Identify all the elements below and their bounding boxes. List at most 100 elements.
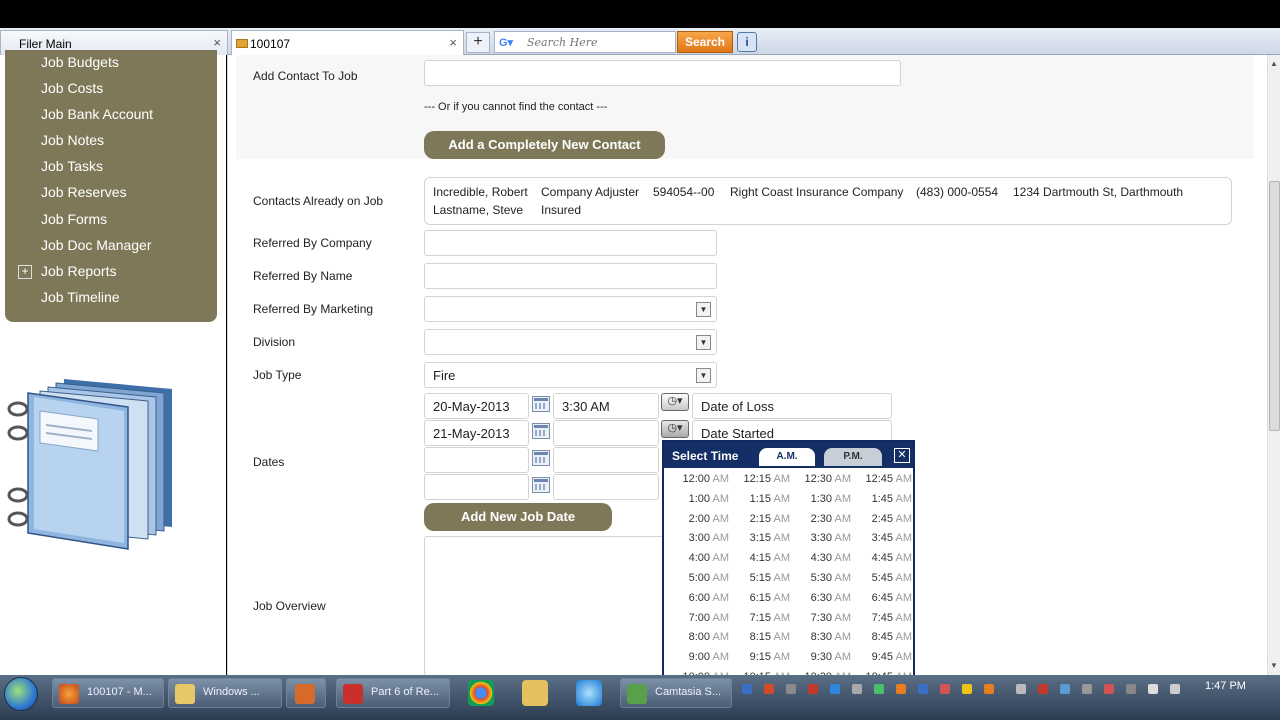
taskbar-item-camtasia[interactable]: Camtasia S...: [620, 678, 732, 708]
sidebar-item[interactable]: Job Notes: [41, 132, 104, 148]
time-option[interactable]: 6:00 AM: [668, 592, 729, 604]
referred-marketing-select[interactable]: ▼: [424, 296, 717, 322]
time-option[interactable]: 3:45 AM: [851, 532, 912, 544]
clock[interactable]: 1:47 PM: [1205, 680, 1246, 692]
sidebar-item[interactable]: Job Forms: [41, 211, 107, 227]
referred-company-input[interactable]: [424, 230, 717, 256]
scrollbar-thumb[interactable]: [1269, 181, 1280, 431]
ie-icon[interactable]: [576, 680, 602, 706]
sidebar-item[interactable]: Job Budgets: [41, 54, 119, 70]
close-icon[interactable]: ×: [213, 35, 221, 50]
time-option[interactable]: 5:45 AM: [851, 572, 912, 584]
search-button[interactable]: Search: [677, 31, 733, 53]
tab-100107[interactable]: 100107 ×: [231, 30, 464, 55]
start-button[interactable]: [4, 677, 38, 711]
date-input[interactable]: [424, 447, 529, 473]
tray-icon[interactable]: [742, 684, 752, 694]
close-icon[interactable]: ×: [449, 35, 457, 50]
time-option[interactable]: 3:15 AM: [729, 532, 790, 544]
expand-icon[interactable]: +: [18, 265, 32, 279]
calendar-icon[interactable]: [532, 450, 550, 466]
sidebar-item[interactable]: Job Bank Account: [41, 106, 153, 122]
job-type-select[interactable]: Fire ▼: [424, 362, 717, 388]
calendar-icon[interactable]: [532, 396, 550, 412]
taskbar-item-explorer[interactable]: Windows ...: [168, 678, 282, 708]
folder-icon[interactable]: [522, 680, 548, 706]
time-option[interactable]: 6:15 AM: [729, 592, 790, 604]
add-job-date-button[interactable]: Add New Job Date: [424, 503, 612, 531]
time-option[interactable]: 5:30 AM: [790, 572, 851, 584]
tray-icon[interactable]: [830, 684, 840, 694]
time-option[interactable]: 5:15 AM: [729, 572, 790, 584]
tray-icon[interactable]: [786, 684, 796, 694]
time-option[interactable]: 12:00 AM: [668, 473, 729, 485]
taskbar-item-firefox[interactable]: 100107 - M...: [52, 678, 164, 708]
time-option[interactable]: 2:00 AM: [668, 513, 729, 525]
time-option[interactable]: 1:00 AM: [668, 493, 729, 505]
tab-am[interactable]: A.M.: [759, 448, 815, 466]
date-input[interactable]: [424, 474, 529, 500]
time-option[interactable]: 2:45 AM: [851, 513, 912, 525]
clock-icon[interactable]: ◷▾: [661, 393, 689, 411]
date-input[interactable]: 21-May-2013: [424, 420, 529, 446]
time-option[interactable]: 8:30 AM: [790, 631, 851, 643]
time-input[interactable]: [553, 420, 659, 446]
tray-icon[interactable]: [1082, 684, 1092, 694]
time-option[interactable]: 8:00 AM: [668, 631, 729, 643]
time-option[interactable]: 7:45 AM: [851, 612, 912, 624]
search-input[interactable]: [527, 34, 673, 50]
time-option[interactable]: 9:30 AM: [790, 651, 851, 663]
time-option[interactable]: 7:00 AM: [668, 612, 729, 624]
time-option[interactable]: 3:00 AM: [668, 532, 729, 544]
tray-icon[interactable]: [1016, 684, 1026, 694]
time-option[interactable]: 4:00 AM: [668, 552, 729, 564]
time-option[interactable]: 2:15 AM: [729, 513, 790, 525]
time-option[interactable]: 5:00 AM: [668, 572, 729, 584]
tray-icon[interactable]: [874, 684, 884, 694]
time-option[interactable]: 4:45 AM: [851, 552, 912, 564]
calendar-icon[interactable]: [532, 423, 550, 439]
tray-icon[interactable]: [1038, 684, 1048, 694]
tray-icon[interactable]: [852, 684, 862, 694]
tray-icon[interactable]: [808, 684, 818, 694]
tray-icon[interactable]: [764, 684, 774, 694]
time-option[interactable]: 9:00 AM: [668, 651, 729, 663]
tray-icon[interactable]: [962, 684, 972, 694]
time-option[interactable]: 6:30 AM: [790, 592, 851, 604]
taskbar-item-pdf[interactable]: Part 6 of Re...: [336, 678, 450, 708]
sidebar-item[interactable]: Job Tasks: [41, 158, 103, 174]
time-option[interactable]: 8:45 AM: [851, 631, 912, 643]
tray-icon[interactable]: [940, 684, 950, 694]
division-select[interactable]: ▼: [424, 329, 717, 355]
time-option[interactable]: 2:30 AM: [790, 513, 851, 525]
time-option[interactable]: 9:45 AM: [851, 651, 912, 663]
vertical-scrollbar[interactable]: ▲ ▼: [1267, 55, 1280, 675]
sidebar-item[interactable]: Job Reserves: [41, 184, 127, 200]
time-input[interactable]: 3:30 AM: [553, 393, 659, 419]
tray-icon[interactable]: [984, 684, 994, 694]
time-input[interactable]: [553, 447, 659, 473]
scroll-down-icon[interactable]: ▼: [1270, 661, 1278, 670]
time-option[interactable]: 4:30 AM: [790, 552, 851, 564]
time-option[interactable]: 12:30 AM: [790, 473, 851, 485]
add-contact-input[interactable]: [424, 60, 901, 86]
tray-icon[interactable]: [896, 684, 906, 694]
time-option[interactable]: 12:45 AM: [851, 473, 912, 485]
chrome-icon[interactable]: [468, 680, 494, 706]
time-option[interactable]: 8:15 AM: [729, 631, 790, 643]
calendar-icon[interactable]: [532, 477, 550, 493]
time-option[interactable]: 12:15 AM: [729, 473, 790, 485]
close-icon[interactable]: ✕: [894, 448, 910, 463]
network-icon[interactable]: [1148, 684, 1158, 694]
tray-icon[interactable]: [1126, 684, 1136, 694]
time-input[interactable]: [553, 474, 659, 500]
tray-icon[interactable]: [1104, 684, 1114, 694]
time-option[interactable]: 3:30 AM: [790, 532, 851, 544]
time-option[interactable]: 9:15 AM: [729, 651, 790, 663]
add-new-contact-button[interactable]: Add a Completely New Contact: [424, 131, 665, 159]
tab-pm[interactable]: P.M.: [824, 448, 882, 466]
time-option[interactable]: 7:30 AM: [790, 612, 851, 624]
referred-name-input[interactable]: [424, 263, 717, 289]
sidebar-item[interactable]: Job Costs: [41, 80, 103, 96]
time-option[interactable]: 1:30 AM: [790, 493, 851, 505]
